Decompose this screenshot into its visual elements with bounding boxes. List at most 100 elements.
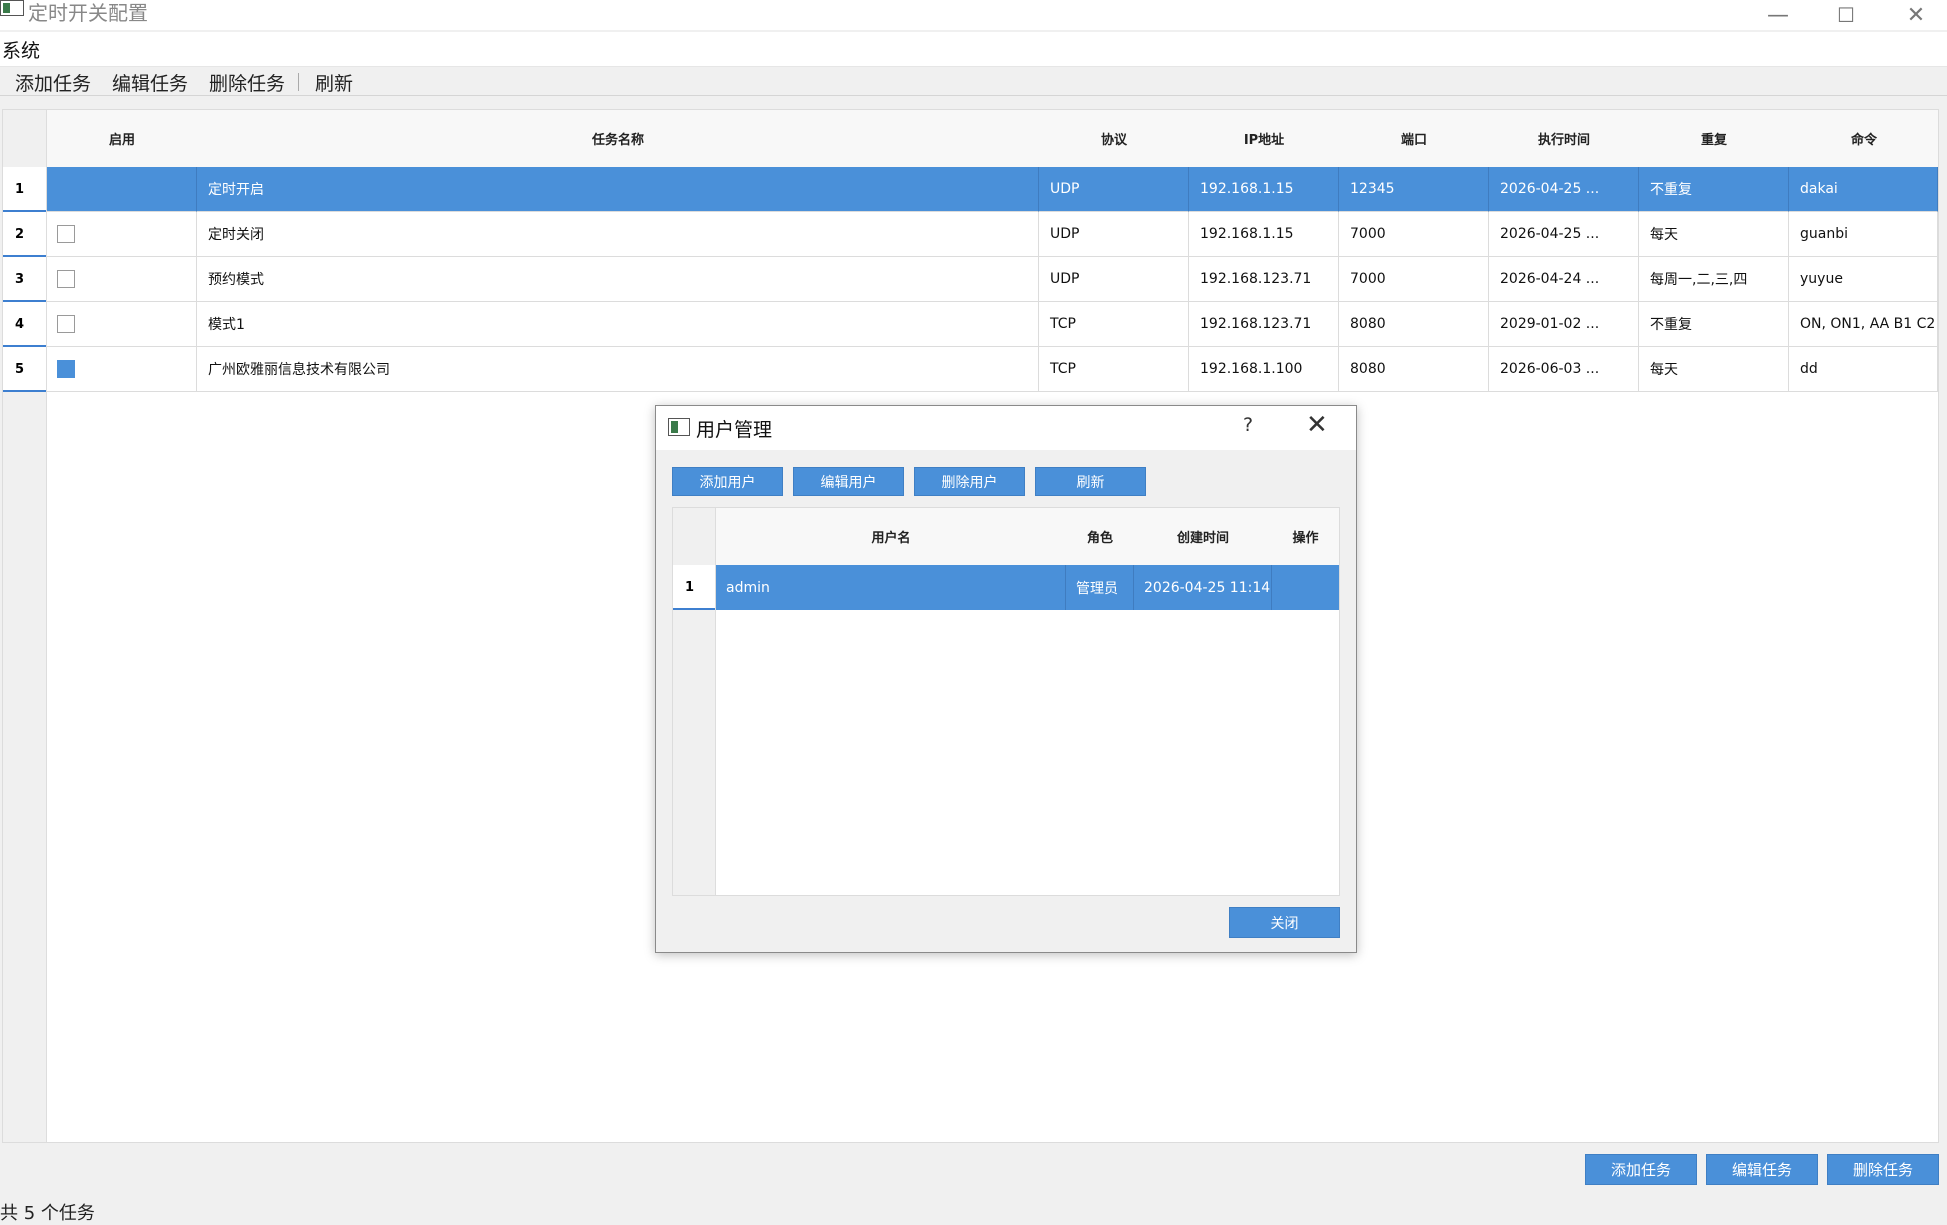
user-table-header: 用户名 角色 创建时间 操作 [716,508,1339,566]
close-window-button[interactable]: ✕ [1888,0,1944,30]
toolbar-add-task[interactable]: 添加任务 [15,69,91,96]
add-user-button[interactable]: 添加用户 [672,467,783,496]
cell-protocol[interactable]: UDP [1039,257,1189,302]
cell-repeat[interactable]: 不重复 [1639,167,1789,212]
delete-task-button[interactable]: 删除任务 [1827,1154,1939,1185]
cell-repeat[interactable]: 不重复 [1639,302,1789,347]
maximize-button[interactable]: ☐ [1818,0,1874,30]
cell-command[interactable]: ON, ON1, AA B1 C2 [1789,302,1938,347]
cell-time[interactable]: 2029-01-02 ... [1489,302,1639,347]
col-created[interactable]: 创建时间 [1134,508,1272,565]
refresh-users-button[interactable]: 刷新 [1035,467,1146,496]
dialog-app-icon [668,418,690,436]
minimize-button[interactable]: — [1750,0,1806,30]
cell-protocol[interactable]: TCP [1039,302,1189,347]
dialog-title: 用户管理 [696,419,773,441]
cell-enabled [47,257,197,302]
cell-created[interactable]: 2026-04-25 11:14 [1134,565,1272,610]
cell-protocol[interactable]: UDP [1039,167,1189,212]
window-title: 定时开关配置 [28,1,148,25]
cell-port[interactable]: 7000 [1339,257,1489,302]
dialog-close-icon[interactable]: ✕ [1306,410,1328,440]
app-icon [0,0,24,16]
cell-protocol[interactable]: TCP [1039,347,1189,392]
cell-repeat[interactable]: 每天 [1639,212,1789,257]
cell-ip[interactable]: 192.168.1.100 [1189,347,1339,392]
cell-port[interactable]: 8080 [1339,302,1489,347]
cell-name[interactable]: 定时开启 [197,167,1039,212]
window-titlebar: 定时开关配置 — ☐ ✕ [0,0,1947,30]
help-button[interactable]: ? [1243,414,1253,436]
cell-port[interactable]: 7000 [1339,212,1489,257]
cell-role[interactable]: 管理员 [1066,565,1134,610]
row-number[interactable]: 1 [3,167,46,212]
cell-protocol[interactable]: UDP [1039,212,1189,257]
col-username[interactable]: 用户名 [716,508,1066,565]
enabled-checkbox[interactable] [57,225,75,243]
table-row[interactable]: 1 定时开启 UDP 192.168.1.15 12345 2026-04-25… [3,167,1938,212]
col-ip[interactable]: IP地址 [1189,110,1339,167]
cell-repeat[interactable]: 每周一,二,三,四 [1639,257,1789,302]
cell-command[interactable]: dd [1789,347,1938,392]
col-port[interactable]: 端口 [1339,110,1489,167]
cell-time[interactable]: 2026-04-25 ... [1489,212,1639,257]
add-task-button[interactable]: 添加任务 [1585,1154,1697,1185]
cell-name[interactable]: 广州欧雅丽信息技术有限公司 [197,347,1039,392]
cell-command[interactable]: yuyue [1789,257,1938,302]
col-enabled[interactable]: 启用 [47,110,197,167]
task-count-label: 共 5 个任务 [0,1203,95,1224]
row-number[interactable]: 2 [3,212,46,257]
cell-time[interactable]: 2026-04-24 ... [1489,257,1639,302]
toolbar: 添加任务 编辑任务 删除任务 刷新 [0,67,1947,96]
edit-user-button[interactable]: 编辑用户 [793,467,904,496]
cell-ip[interactable]: 192.168.123.71 [1189,257,1339,302]
col-name[interactable]: 任务名称 [197,110,1039,167]
table-row[interactable]: 3 预约模式 UDP 192.168.123.71 7000 2026-04-2… [3,257,1938,302]
dialog-titlebar: 用户管理 ? ✕ [656,406,1356,450]
enabled-checkbox[interactable] [57,315,75,333]
row-number[interactable]: 1 [673,565,715,610]
col-role[interactable]: 角色 [1066,508,1134,565]
close-dialog-button[interactable]: 关闭 [1229,907,1340,938]
enabled-checkbox[interactable] [57,360,75,378]
menu-system[interactable]: 系统 [2,36,40,63]
col-time[interactable]: 执行时间 [1489,110,1639,167]
table-row[interactable]: 2 定时关闭 UDP 192.168.1.15 7000 2026-04-25 … [3,212,1938,257]
cell-enabled [47,347,197,392]
cell-command[interactable]: dakai [1789,167,1938,212]
cell-command[interactable]: guanbi [1789,212,1938,257]
cell-port[interactable]: 12345 [1339,167,1489,212]
user-table-row[interactable]: 1 admin 管理员 2026-04-25 11:14 [673,565,1339,610]
row-number[interactable]: 4 [3,302,46,347]
toolbar-edit-task[interactable]: 编辑任务 [112,69,188,96]
table-row[interactable]: 5 广州欧雅丽信息技术有限公司 TCP 192.168.1.100 8080 2… [3,347,1938,392]
status-bar: 共 5 个任务 [0,1196,1947,1225]
cell-ip[interactable]: 192.168.1.15 [1189,167,1339,212]
col-repeat[interactable]: 重复 [1639,110,1789,167]
cell-action[interactable] [1272,565,1339,610]
cell-username[interactable]: admin [716,565,1066,610]
cell-ip[interactable]: 192.168.123.71 [1189,302,1339,347]
row-number[interactable]: 3 [3,257,46,302]
cell-name[interactable]: 预约模式 [197,257,1039,302]
edit-task-button[interactable]: 编辑任务 [1706,1154,1818,1185]
cell-name[interactable]: 定时关闭 [197,212,1039,257]
cell-port[interactable]: 8080 [1339,347,1489,392]
toolbar-separator [298,73,299,91]
cell-ip[interactable]: 192.168.1.15 [1189,212,1339,257]
col-command[interactable]: 命令 [1789,110,1939,167]
row-number[interactable]: 5 [3,347,46,392]
toolbar-delete-task[interactable]: 删除任务 [209,69,285,96]
col-protocol[interactable]: 协议 [1039,110,1189,167]
cell-name[interactable]: 模式1 [197,302,1039,347]
col-action[interactable]: 操作 [1272,508,1339,565]
enabled-checkbox[interactable] [57,270,75,288]
delete-user-button[interactable]: 删除用户 [914,467,1025,496]
table-row[interactable]: 4 模式1 TCP 192.168.123.71 8080 2029-01-02… [3,302,1938,347]
cell-repeat[interactable]: 每天 [1639,347,1789,392]
cell-time[interactable]: 2026-06-03 ... [1489,347,1639,392]
cell-enabled[interactable] [47,167,197,212]
toolbar-refresh[interactable]: 刷新 [315,69,353,96]
cell-time[interactable]: 2026-04-25 ... [1489,167,1639,212]
cell-enabled [47,302,197,347]
